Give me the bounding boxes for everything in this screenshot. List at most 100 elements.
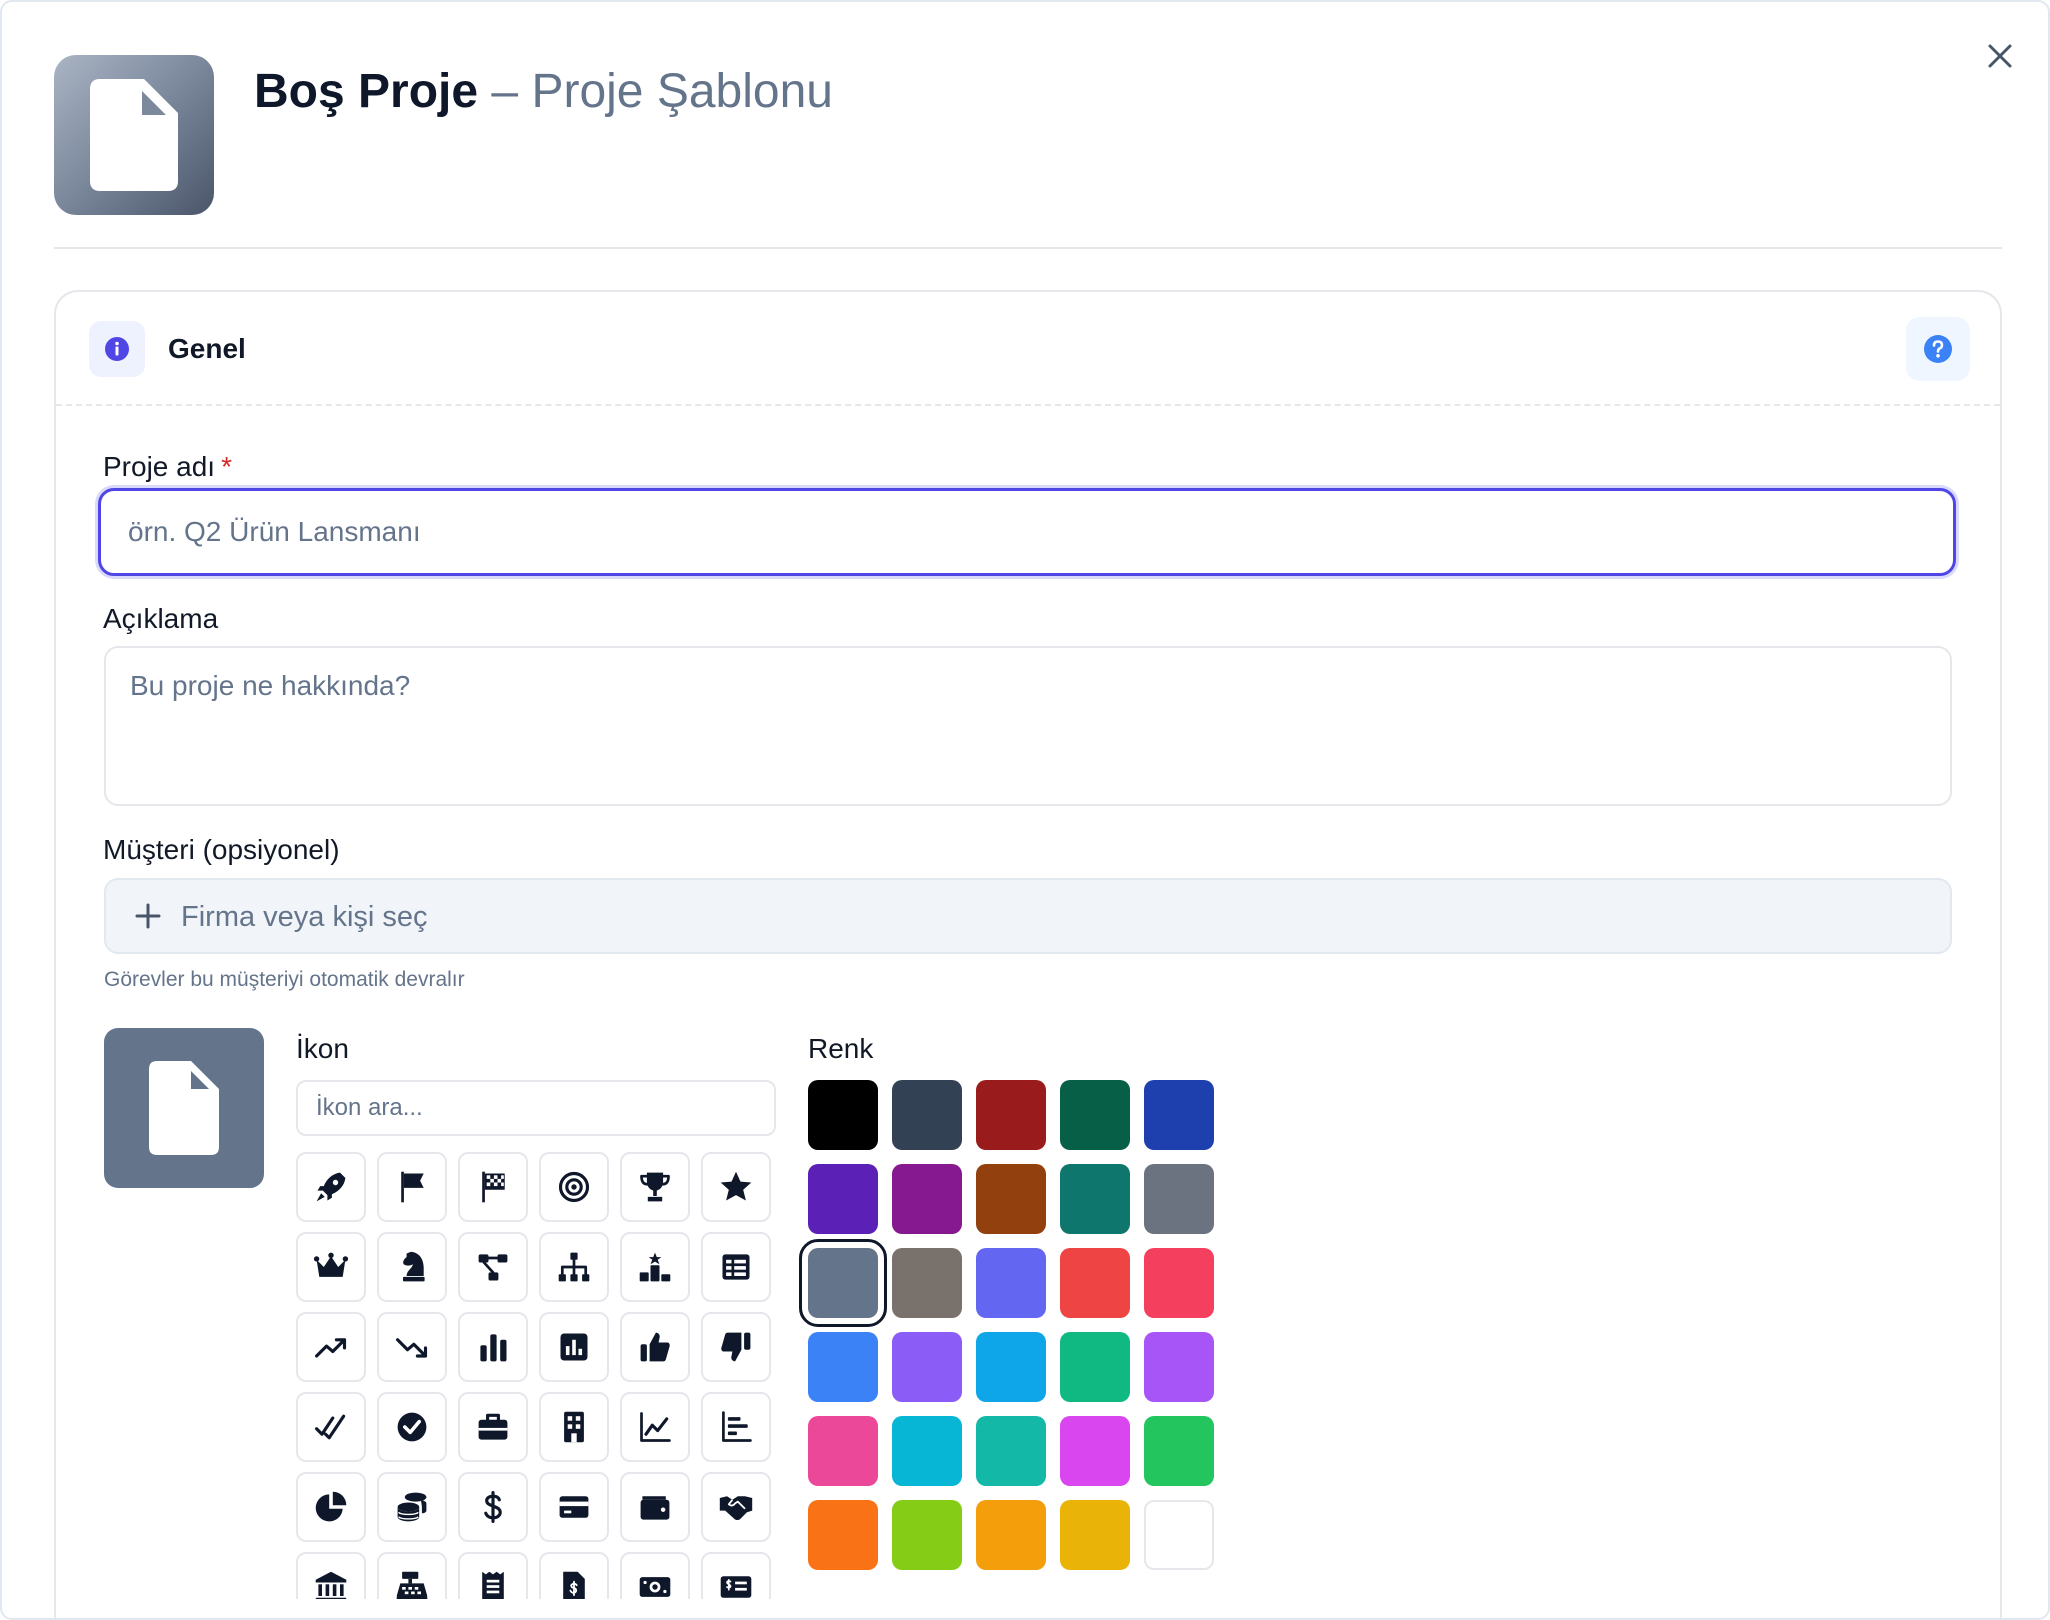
bar-chart-icon	[480, 1334, 507, 1362]
handshake-icon	[719, 1496, 753, 1521]
icon-option-handshake[interactable]	[701, 1472, 771, 1542]
color-swatch[interactable]	[1060, 1416, 1130, 1486]
ranking-icon	[639, 1252, 671, 1282]
plus-icon	[135, 903, 161, 929]
color-swatch[interactable]	[1060, 1248, 1130, 1318]
target-icon	[558, 1171, 590, 1203]
color-swatch[interactable]	[1144, 1416, 1214, 1486]
thumbs-up-icon	[640, 1332, 670, 1362]
color-swatch[interactable]	[808, 1164, 878, 1234]
money-bill-icon	[639, 1577, 671, 1597]
icon-option-org-chart[interactable]	[539, 1232, 609, 1302]
icon-option-trend-up[interactable]	[296, 1312, 366, 1382]
icon-label: İkon	[296, 1033, 349, 1064]
icon-option-star[interactable]	[701, 1152, 771, 1222]
color-swatch[interactable]	[892, 1416, 962, 1486]
icon-option-building[interactable]	[539, 1392, 609, 1462]
icon-option-coins[interactable]	[377, 1472, 447, 1542]
flag-icon	[401, 1171, 424, 1203]
icon-option-line-chart[interactable]	[620, 1392, 690, 1462]
briefcase-icon	[478, 1413, 508, 1440]
color-swatch[interactable]	[976, 1332, 1046, 1402]
icon-option-wallet[interactable]	[620, 1472, 690, 1542]
icon-option-bar-chart-left[interactable]	[701, 1392, 771, 1462]
description-input[interactable]	[104, 646, 1952, 806]
color-swatch[interactable]	[1060, 1500, 1130, 1570]
template-type: Proje Şablonu	[531, 65, 833, 118]
icon-option-pie-chart[interactable]	[296, 1472, 366, 1542]
check-circle-icon	[397, 1412, 427, 1442]
color-swatch[interactable]	[976, 1416, 1046, 1486]
icon-option-briefcase[interactable]	[458, 1392, 528, 1462]
close-button[interactable]	[1978, 34, 2022, 78]
color-swatch[interactable]	[808, 1500, 878, 1570]
color-swatch[interactable]	[892, 1164, 962, 1234]
icon-option-ranking[interactable]	[620, 1232, 690, 1302]
bank-icon	[315, 1571, 347, 1599]
icon-option-trend-down[interactable]	[377, 1312, 447, 1382]
icon-option-credit-card[interactable]	[539, 1472, 609, 1542]
color-swatch[interactable]	[892, 1332, 962, 1402]
color-swatch[interactable]	[1144, 1164, 1214, 1234]
required-asterisk: *	[221, 451, 232, 482]
icon-option-target[interactable]	[539, 1152, 609, 1222]
icon-option-cash-register[interactable]	[377, 1552, 447, 1599]
icon-option-chart-square[interactable]	[539, 1312, 609, 1382]
icon-option-chess-knight[interactable]	[377, 1232, 447, 1302]
icon-option-bank[interactable]	[296, 1552, 366, 1599]
thumbs-down-icon	[721, 1332, 751, 1362]
icon-option-checkered-flag[interactable]	[458, 1152, 528, 1222]
color-swatch[interactable]	[808, 1416, 878, 1486]
color-swatch[interactable]	[1144, 1332, 1214, 1402]
double-check-icon	[315, 1414, 346, 1440]
icon-option-money-check[interactable]	[701, 1552, 771, 1599]
title-separator: –	[478, 65, 532, 118]
icon-option-receipt[interactable]	[458, 1552, 528, 1599]
template-file-icon	[54, 55, 214, 215]
color-swatch[interactable]	[1060, 1164, 1130, 1234]
color-swatch[interactable]	[808, 1080, 878, 1150]
color-swatch[interactable]	[976, 1164, 1046, 1234]
color-swatch[interactable]	[976, 1248, 1046, 1318]
help-button[interactable]	[1906, 317, 1970, 381]
info-badge	[89, 321, 145, 377]
icon-option-double-check[interactable]	[296, 1392, 366, 1462]
icon-option-bar-chart[interactable]	[458, 1312, 528, 1382]
color-swatch[interactable]	[799, 1239, 887, 1327]
icon-option-check-circle[interactable]	[377, 1392, 447, 1462]
color-swatch[interactable]	[892, 1080, 962, 1150]
icon-option-crown[interactable]	[296, 1232, 366, 1302]
star-icon	[720, 1171, 752, 1201]
color-swatch[interactable]	[976, 1080, 1046, 1150]
file-icon	[90, 79, 178, 191]
color-swatch[interactable]	[1144, 1080, 1214, 1150]
icon-option-invoice[interactable]	[539, 1552, 609, 1599]
color-swatch[interactable]	[1060, 1332, 1130, 1402]
project-name-input[interactable]	[98, 488, 1956, 576]
project-name-label-text: Proje adı	[103, 451, 216, 482]
icon-search-input[interactable]	[296, 1080, 776, 1136]
icon-option-workflow[interactable]	[458, 1232, 528, 1302]
color-swatch[interactable]	[976, 1500, 1046, 1570]
header-divider	[54, 247, 2002, 249]
icon-option-rocket[interactable]	[296, 1152, 366, 1222]
trend-down-icon	[396, 1338, 428, 1358]
color-swatch[interactable]	[1060, 1080, 1130, 1150]
icon-option-trophy[interactable]	[620, 1152, 690, 1222]
icon-option-money-bill[interactable]	[620, 1552, 690, 1599]
icon-option-thumbs-down[interactable]	[701, 1312, 771, 1382]
dollar-icon	[484, 1491, 502, 1523]
icon-option-table[interactable]	[701, 1232, 771, 1302]
icon-option-flag[interactable]	[377, 1152, 447, 1222]
table-icon	[722, 1254, 750, 1280]
color-swatch[interactable]	[892, 1500, 962, 1570]
client-select[interactable]: Firma veya kişi seç	[104, 878, 1952, 954]
client-help-text: Görevler bu müşteriyi otomatik devralır	[104, 968, 465, 991]
icon-option-dollar[interactable]	[458, 1472, 528, 1542]
color-swatch[interactable]	[892, 1248, 962, 1318]
color-swatch[interactable]	[1144, 1500, 1214, 1570]
color-swatch[interactable]	[808, 1332, 878, 1402]
color-swatch[interactable]	[1144, 1248, 1214, 1318]
icon-option-thumbs-up[interactable]	[620, 1312, 690, 1382]
checkered-flag-icon	[482, 1171, 505, 1203]
